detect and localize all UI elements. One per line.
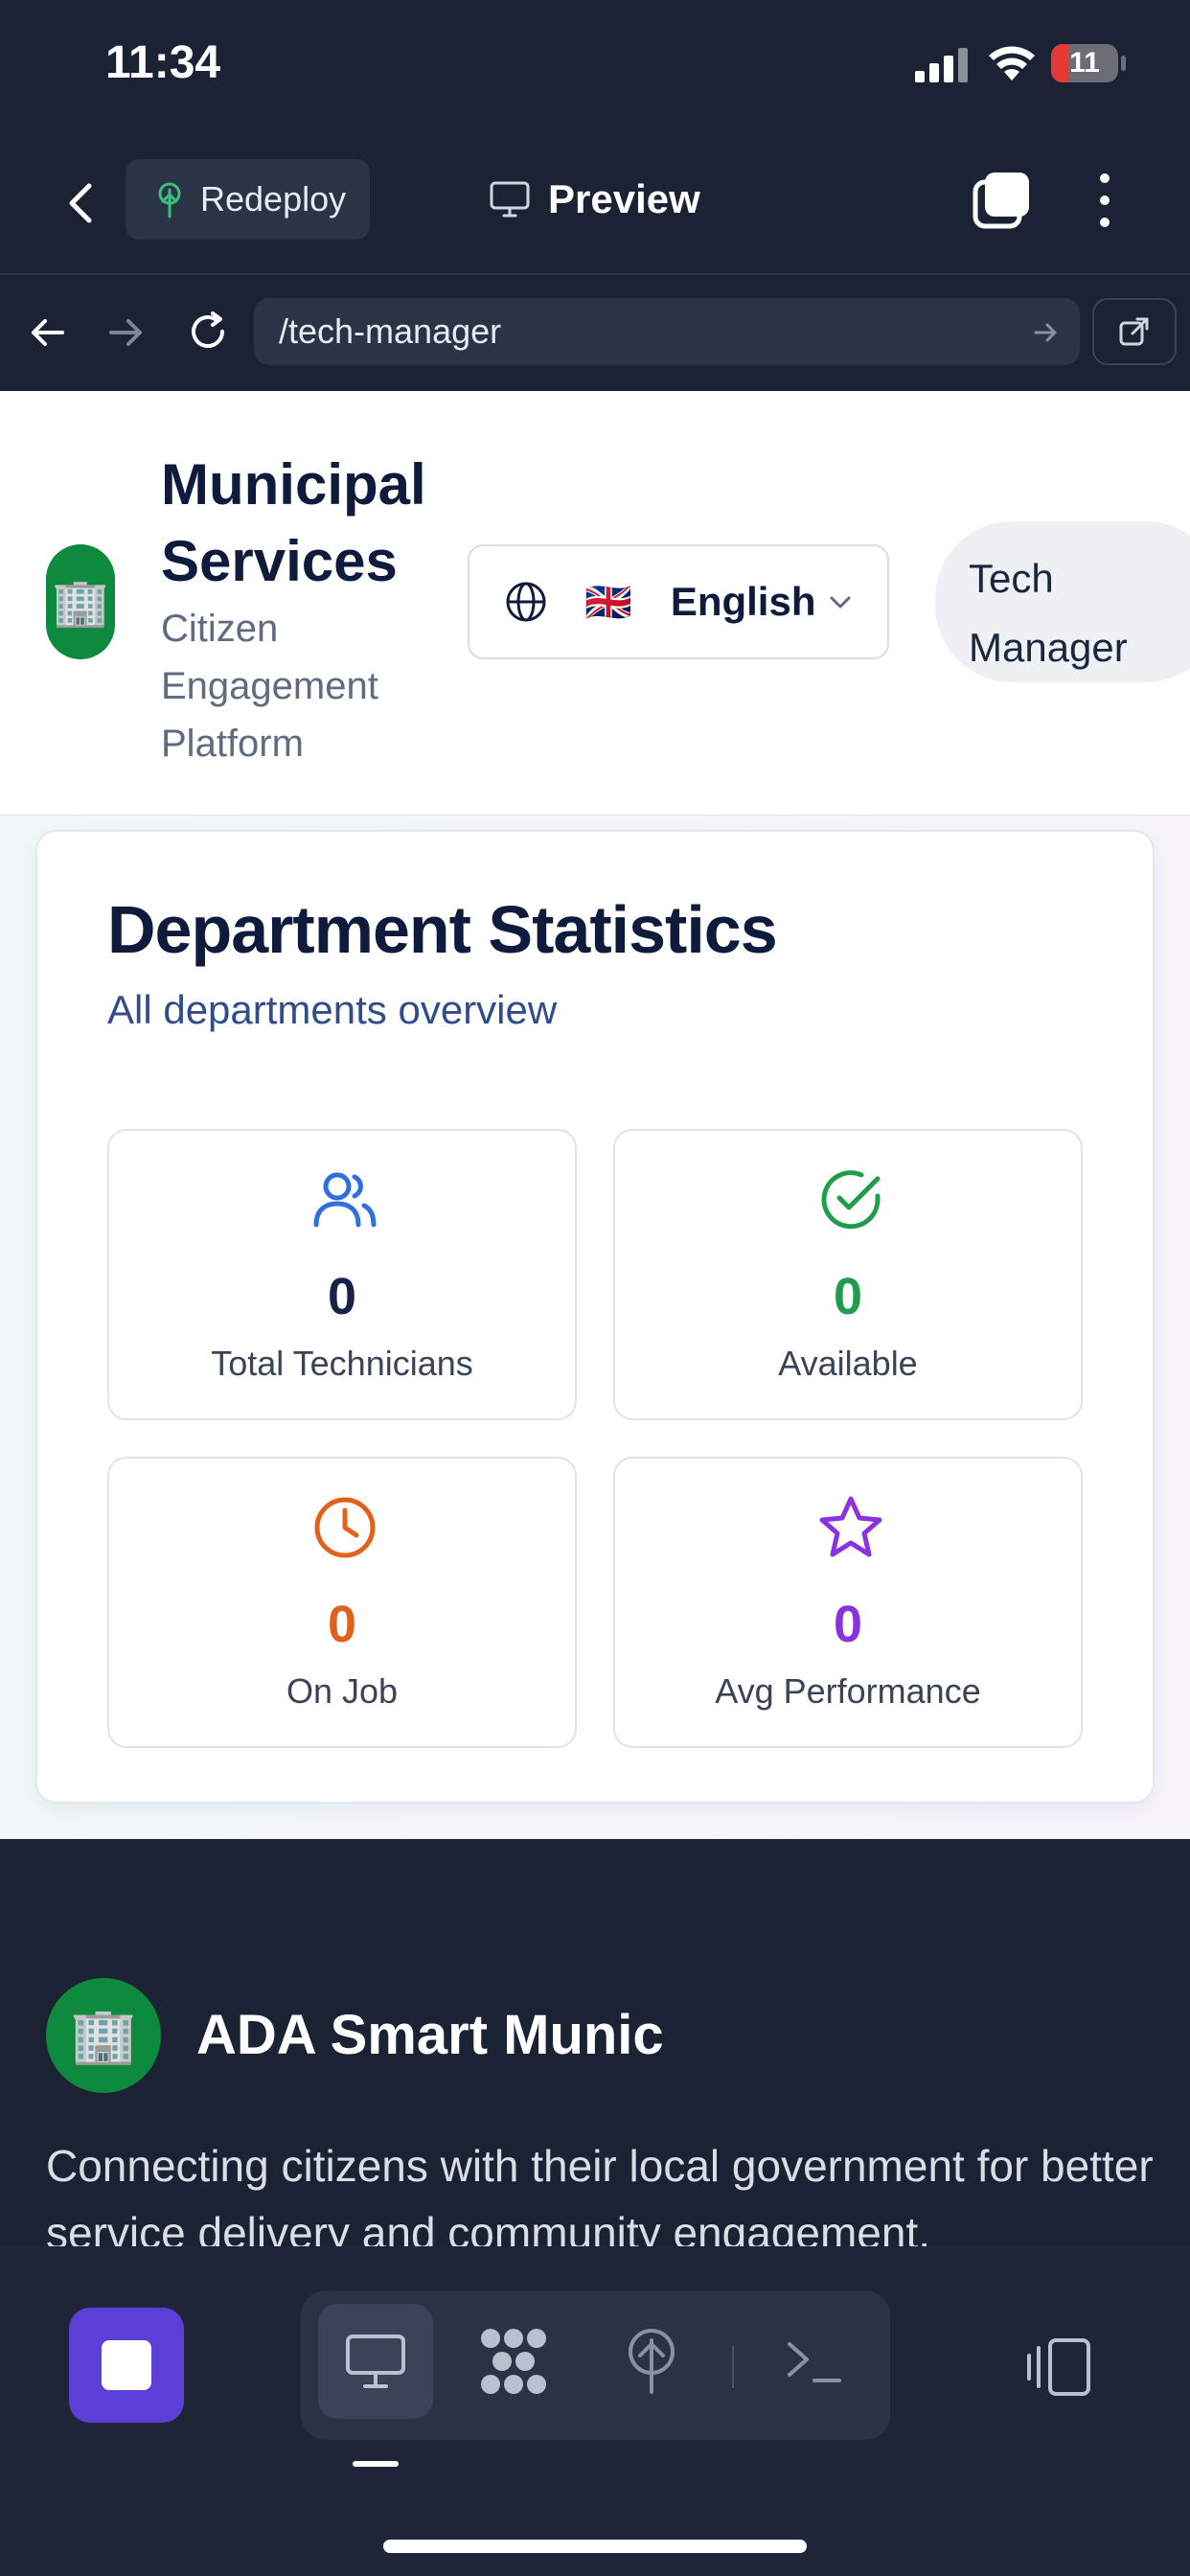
url-text: /tech-manager	[279, 311, 502, 351]
chevron-left-icon	[69, 183, 92, 223]
back-button[interactable]	[53, 174, 110, 232]
more-vertical-icon	[1100, 173, 1110, 227]
stat-label: On Job	[286, 1671, 399, 1711]
building-logo-icon: 🏢	[46, 1978, 161, 2093]
check-circle-icon	[816, 1165, 885, 1234]
clock-icon	[310, 1493, 379, 1562]
split-view-button[interactable]	[1021, 2329, 1098, 2405]
battery-indicator: 11	[1051, 44, 1118, 82]
stat-value: 0	[833, 1596, 863, 1653]
battery-level: 11	[1069, 47, 1100, 79]
stop-button[interactable]	[69, 2308, 184, 2423]
status-time: 11:34	[105, 37, 221, 88]
signal-icon	[915, 48, 969, 82]
arrow-left-icon	[32, 319, 64, 346]
users-icon	[310, 1165, 379, 1234]
stats-subtitle: All departments overview	[107, 987, 558, 1032]
uk-flag-icon: 🇬🇧	[584, 581, 632, 624]
tab-agents[interactable]	[456, 2304, 571, 2419]
stat-tile-avg-performance: 0 Avg Performance	[613, 1457, 1083, 1748]
bottom-tab-group	[301, 2290, 890, 2440]
deploy-icon	[629, 2329, 675, 2394]
main-content: Department Statistics All departments ov…	[0, 816, 1190, 1839]
bottom-app-bar	[0, 2246, 1190, 2576]
reload-icon	[192, 311, 224, 348]
redeploy-icon	[152, 180, 187, 218]
home-indicator	[383, 2540, 807, 2553]
department-stats-card: Department Statistics All departments ov…	[35, 830, 1155, 1804]
stat-value: 0	[833, 1268, 863, 1325]
site-subtitle: Citizen Engagement Platform	[161, 608, 378, 765]
tabs-icon	[973, 172, 1029, 229]
building-logo-icon: 🏢	[46, 544, 115, 659]
redeploy-button[interactable]: Redeploy	[126, 159, 370, 240]
language-selected: English	[670, 579, 816, 624]
monitor-icon	[489, 180, 531, 218]
language-select[interactable]: 🇬🇧 English	[468, 544, 889, 659]
stat-label: Available	[778, 1344, 918, 1383]
split-view-icon	[1027, 2338, 1090, 2396]
external-link-icon	[1119, 317, 1149, 346]
stats-title: Department Statistics	[107, 892, 778, 967]
preview-button[interactable]: Preview	[489, 159, 719, 240]
arrow-right-icon	[109, 319, 142, 346]
more-options-button[interactable]	[1081, 169, 1129, 232]
star-icon	[816, 1493, 885, 1562]
status-bar: 11:34 11	[0, 0, 1190, 134]
battery-cap	[1121, 56, 1126, 71]
browser-back-button[interactable]	[24, 310, 70, 356]
agents-grid-icon	[481, 2329, 546, 2394]
monitor-icon	[346, 2334, 405, 2388]
site-header: 🏢 Municipal Services Citizen Engagement …	[0, 391, 1190, 816]
browser-forward-button[interactable]	[103, 310, 149, 356]
open-external-button[interactable]	[1092, 298, 1177, 365]
go-arrow-icon[interactable]	[1032, 319, 1059, 346]
reload-button[interactable]	[184, 308, 232, 356]
tab-preview[interactable]	[318, 2304, 433, 2419]
tab-deploy[interactable]	[594, 2304, 709, 2419]
stat-value: 0	[327, 1596, 357, 1653]
tab-console[interactable]	[757, 2304, 872, 2419]
role-label: Tech Manager	[969, 556, 1128, 670]
footer-tagline: Connecting citizens with their local gov…	[46, 2141, 1154, 2246]
terminal-icon	[788, 2342, 841, 2382]
stat-tile-on-job: 0 On Job	[107, 1457, 577, 1748]
stat-label: Avg Performance	[715, 1671, 981, 1711]
url-field[interactable]: /tech-manager	[254, 298, 1080, 365]
globe-icon	[504, 580, 548, 624]
site-footer: 🏢 ADA Smart Munic Connecting citizens wi…	[0, 1840, 1190, 2246]
stat-label: Total Technicians	[211, 1344, 473, 1383]
stat-value: 0	[327, 1268, 357, 1325]
wifi-icon	[987, 44, 1037, 82]
redeploy-label: Redeploy	[200, 179, 347, 218]
tab-divider	[732, 2346, 734, 2388]
active-tab-indicator	[353, 2461, 399, 2467]
tabs-button[interactable]	[970, 169, 1033, 232]
role-badge[interactable]: Tech Manager	[935, 521, 1190, 682]
stat-tile-available: 0 Available	[613, 1129, 1083, 1420]
site-title: Municipal Services	[161, 452, 426, 593]
preview-label: Preview	[548, 176, 700, 221]
stat-tile-total-technicians: 0 Total Technicians	[107, 1129, 577, 1420]
stop-icon	[102, 2340, 151, 2390]
footer-title: ADA Smart Munic	[196, 2004, 664, 2066]
chevron-down-icon	[826, 587, 855, 616]
browser-nav-bar: /tech-manager	[0, 275, 1190, 390]
app-toolbar: Redeploy Preview	[0, 134, 1190, 275]
